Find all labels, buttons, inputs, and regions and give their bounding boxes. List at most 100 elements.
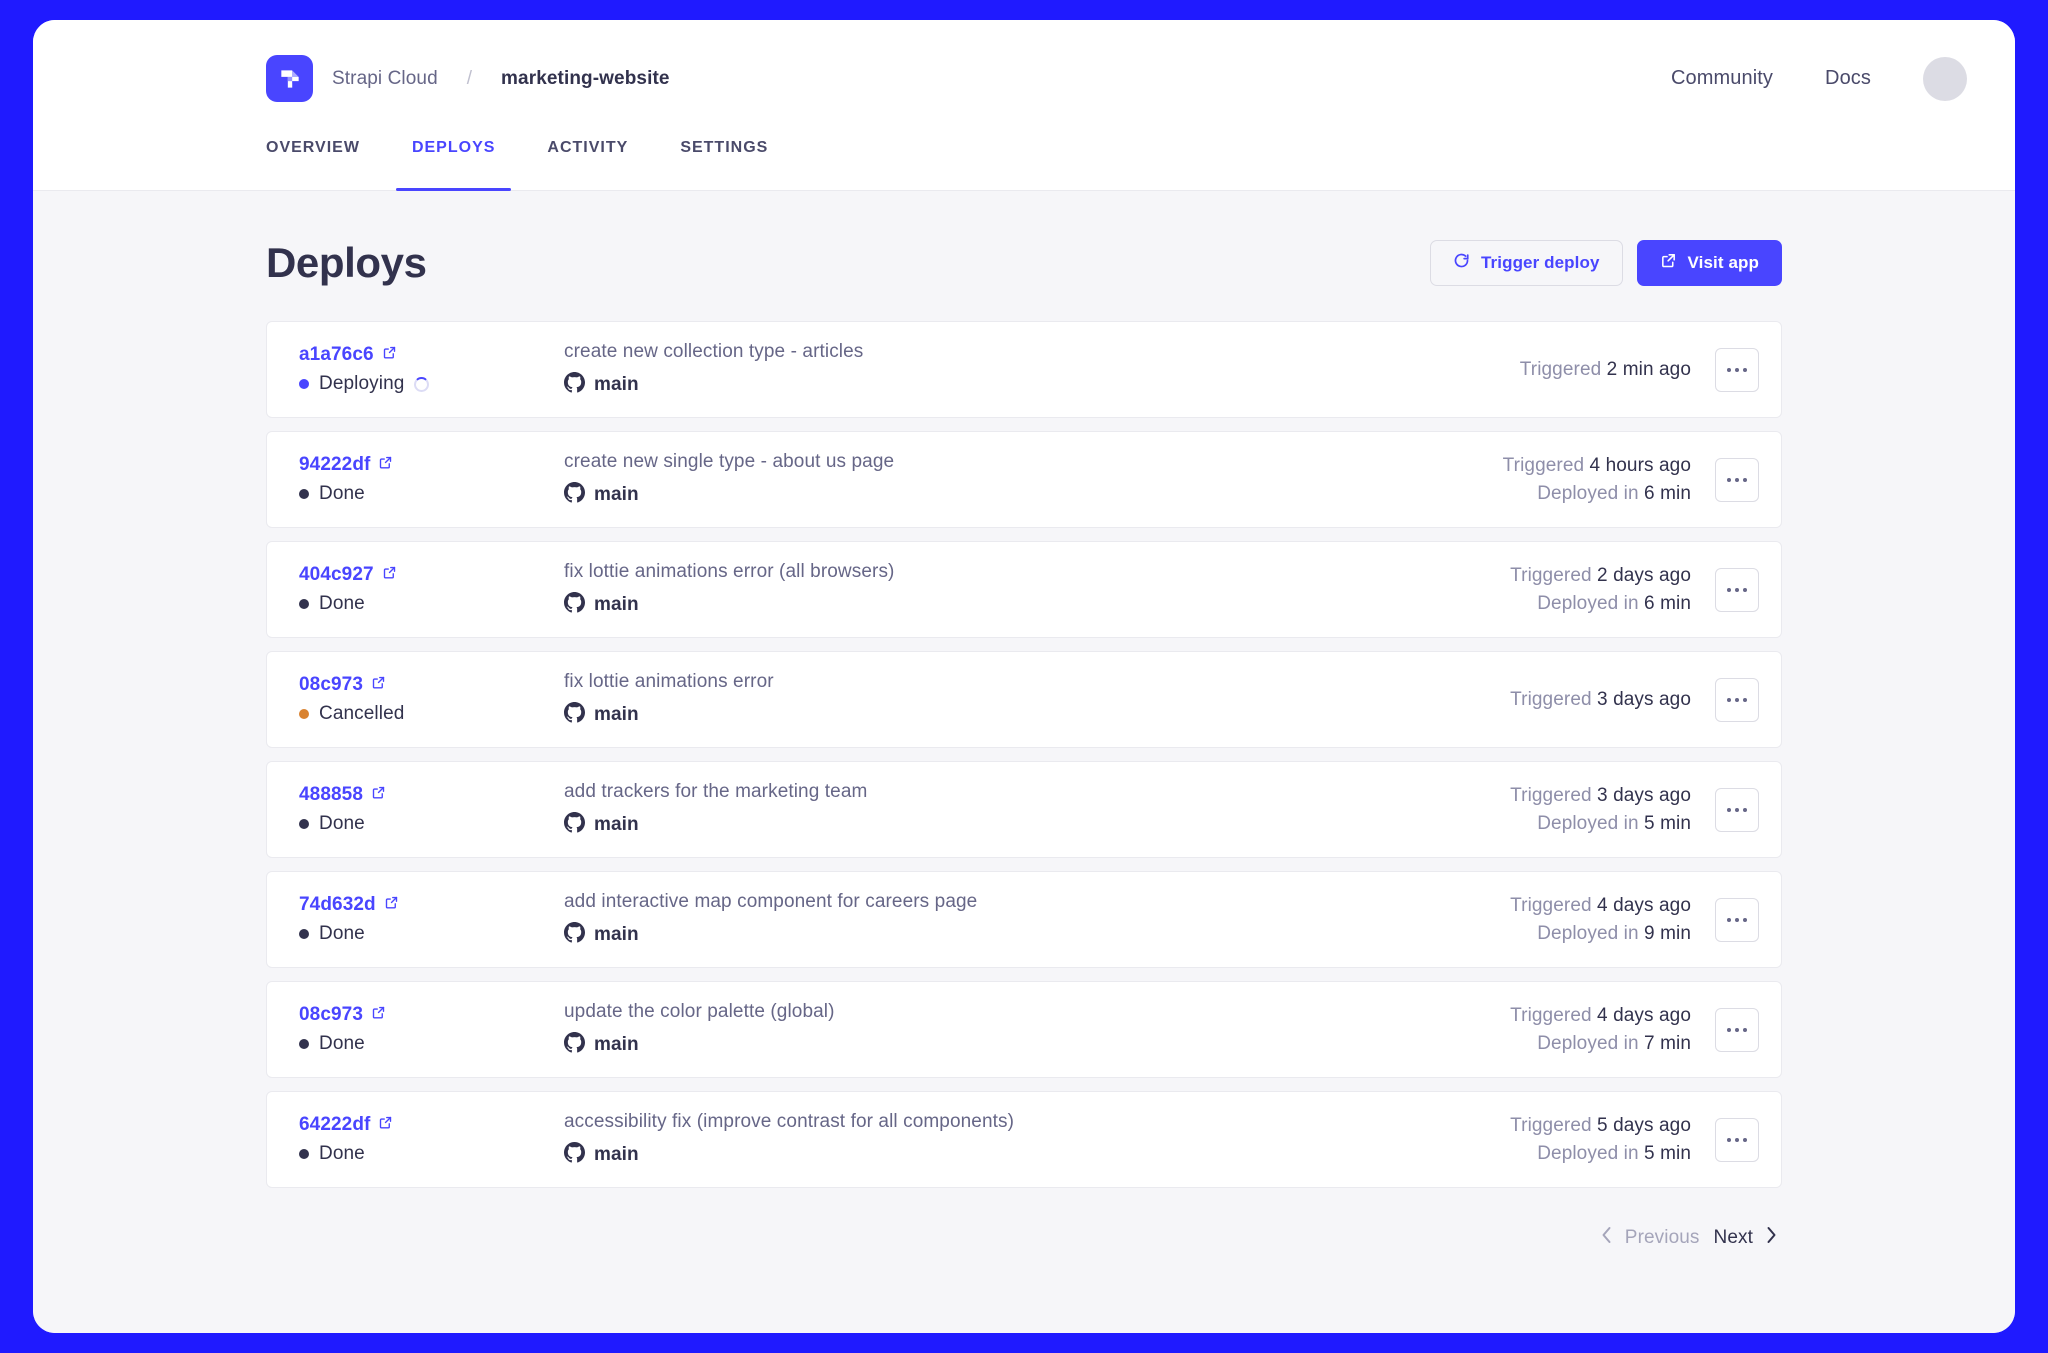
community-link[interactable]: Community: [1671, 67, 1773, 90]
external-link-icon[interactable]: [382, 565, 397, 585]
deploy-message-column: create new single type - about us pagema…: [564, 451, 1503, 508]
commit-link[interactable]: 94222df: [299, 454, 564, 476]
triggered-time: Triggered 4 days ago: [1510, 1005, 1691, 1027]
chevron-left-icon: [1600, 1226, 1613, 1250]
commit-hash[interactable]: 08c973: [299, 1004, 363, 1026]
commit-link[interactable]: 488858: [299, 784, 564, 806]
commit-link[interactable]: 08c973: [299, 674, 564, 696]
deploy-time-column: Triggered 4 hours agoDeployed in 6 min: [1503, 455, 1691, 505]
commit-message: accessibility fix (improve contrast for …: [564, 1111, 1510, 1133]
loading-spinner-icon: [414, 377, 429, 392]
deploy-row[interactable]: a1a76c6 Deploying create new collection ty…: [266, 321, 1782, 418]
tab-deploys[interactable]: DEPLOYS: [412, 137, 495, 190]
deploy-row[interactable]: 404c927 Donefix lottie animations error (…: [266, 541, 1782, 638]
row-actions-menu-button[interactable]: [1715, 458, 1759, 502]
deployed-duration: Deployed in 9 min: [1510, 923, 1691, 945]
page-actions: Trigger deploy Visit app: [1430, 240, 1782, 286]
deploy-commit-column: 74d632dDone: [299, 894, 564, 945]
deploy-row[interactable]: 94222dfDonecreate new single type - abou…: [266, 431, 1782, 528]
status-dot: [299, 489, 309, 499]
external-link-icon[interactable]: [382, 345, 397, 365]
visit-app-label: Visit app: [1688, 253, 1759, 273]
deploy-time-column: Triggered 4 days ago Deployed in 9 min: [1510, 895, 1691, 945]
deploy-time-column: Triggered 3 days agoDeployed in 5 min: [1510, 785, 1691, 835]
commit-message: add trackers for the marketing team: [564, 781, 1510, 803]
deploy-branch: main: [564, 812, 1510, 838]
visit-app-button[interactable]: Visit app: [1637, 240, 1782, 286]
avatar[interactable]: [1923, 57, 1967, 101]
external-link-icon[interactable]: [384, 895, 399, 915]
commit-link[interactable]: a1a76c6: [299, 344, 564, 366]
row-actions-menu-button[interactable]: [1715, 1118, 1759, 1162]
row-actions-menu-button[interactable]: [1715, 788, 1759, 832]
deploy-message-column: add trackers for the marketing team main: [564, 781, 1510, 838]
chevron-right-icon: [1765, 1226, 1778, 1250]
github-icon: [564, 1032, 585, 1058]
top-bar: Strapi Cloud / marketing-website Communi…: [33, 20, 2015, 137]
deploy-status: Done: [299, 593, 564, 615]
deployed-duration: Deployed in 7 min: [1510, 1033, 1691, 1055]
strapi-logo-icon[interactable]: [266, 55, 313, 102]
next-page-button[interactable]: Next: [1714, 1226, 1778, 1250]
next-page-label: Next: [1714, 1227, 1753, 1249]
commit-hash[interactable]: 64222df: [299, 1114, 370, 1136]
commit-link[interactable]: 74d632d: [299, 894, 564, 916]
commit-message: fix lottie animations error: [564, 671, 1510, 693]
deploy-row[interactable]: 488858Doneadd trackers for the marketing…: [266, 761, 1782, 858]
row-actions-menu-button[interactable]: [1715, 348, 1759, 392]
deploy-status: Done: [299, 1143, 564, 1165]
breadcrumb-root[interactable]: Strapi Cloud: [332, 68, 438, 90]
triggered-time: Triggered 4 days ago: [1510, 895, 1691, 917]
external-link-icon[interactable]: [378, 1115, 393, 1135]
breadcrumb-current-project: marketing-website: [501, 68, 670, 90]
status-dot: [299, 379, 309, 389]
commit-link[interactable]: 404c927: [299, 564, 564, 586]
commit-hash[interactable]: 404c927: [299, 564, 374, 586]
github-icon: [564, 592, 585, 618]
branch-name: main: [594, 1144, 639, 1166]
docs-link[interactable]: Docs: [1825, 67, 1871, 90]
github-icon: [564, 482, 585, 508]
tab-activity[interactable]: ACTIVITY: [547, 137, 628, 190]
external-link-icon[interactable]: [378, 455, 393, 475]
deploy-message-column: fix lottie animations error (all browser…: [564, 561, 1510, 618]
deploy-message-column: create new collection type - articlesmai…: [564, 341, 1520, 398]
deploy-row[interactable]: 08c973Doneupdate the color palette (glob…: [266, 981, 1782, 1078]
deploy-time-column: Triggered 3 days ago: [1510, 689, 1691, 711]
commit-hash[interactable]: 488858: [299, 784, 363, 806]
deploy-time-column: Triggered 2 min ago: [1520, 359, 1691, 381]
github-icon: [564, 812, 585, 838]
deploy-commit-column: a1a76c6 Deploying: [299, 344, 564, 395]
row-actions-menu-button[interactable]: [1715, 678, 1759, 722]
commit-link[interactable]: 08c973: [299, 1004, 564, 1026]
commit-hash[interactable]: 08c973: [299, 674, 363, 696]
page-header: Deploys Trigger deploy: [266, 239, 1782, 287]
row-actions-menu-button[interactable]: [1715, 898, 1759, 942]
previous-page-button[interactable]: Previous: [1600, 1226, 1700, 1250]
status-dot: [299, 1039, 309, 1049]
deploy-row[interactable]: 74d632dDoneadd interactive map component…: [266, 871, 1782, 968]
top-bar-right: Community Docs: [1671, 57, 1967, 101]
commit-hash[interactable]: 74d632d: [299, 894, 376, 916]
trigger-deploy-label: Trigger deploy: [1481, 253, 1600, 273]
external-link-icon[interactable]: [371, 675, 386, 695]
status-dot: [299, 709, 309, 719]
commit-hash[interactable]: 94222df: [299, 454, 370, 476]
status-label: Deploying: [319, 373, 404, 395]
branch-name: main: [594, 1034, 639, 1056]
deploy-row[interactable]: 64222df Doneaccessibility fix (improve co…: [266, 1091, 1782, 1188]
commit-message: update the color palette (global): [564, 1001, 1510, 1023]
deploy-row[interactable]: 08c973Cancelledfix lottie animations err…: [266, 651, 1782, 748]
row-actions-menu-button[interactable]: [1715, 1008, 1759, 1052]
deploy-commit-column: 64222df Done: [299, 1114, 564, 1165]
external-link-icon[interactable]: [371, 1005, 386, 1025]
commit-link[interactable]: 64222df: [299, 1114, 564, 1136]
tab-settings[interactable]: SETTINGS: [680, 137, 768, 190]
external-link-icon[interactable]: [371, 785, 386, 805]
row-actions-menu-button[interactable]: [1715, 568, 1759, 612]
trigger-deploy-button[interactable]: Trigger deploy: [1430, 240, 1623, 286]
deploy-message-column: update the color palette (global) main: [564, 1001, 1510, 1058]
deploy-branch: main: [564, 372, 1520, 398]
commit-hash[interactable]: a1a76c6: [299, 344, 374, 366]
tab-overview[interactable]: OVERVIEW: [266, 137, 360, 190]
